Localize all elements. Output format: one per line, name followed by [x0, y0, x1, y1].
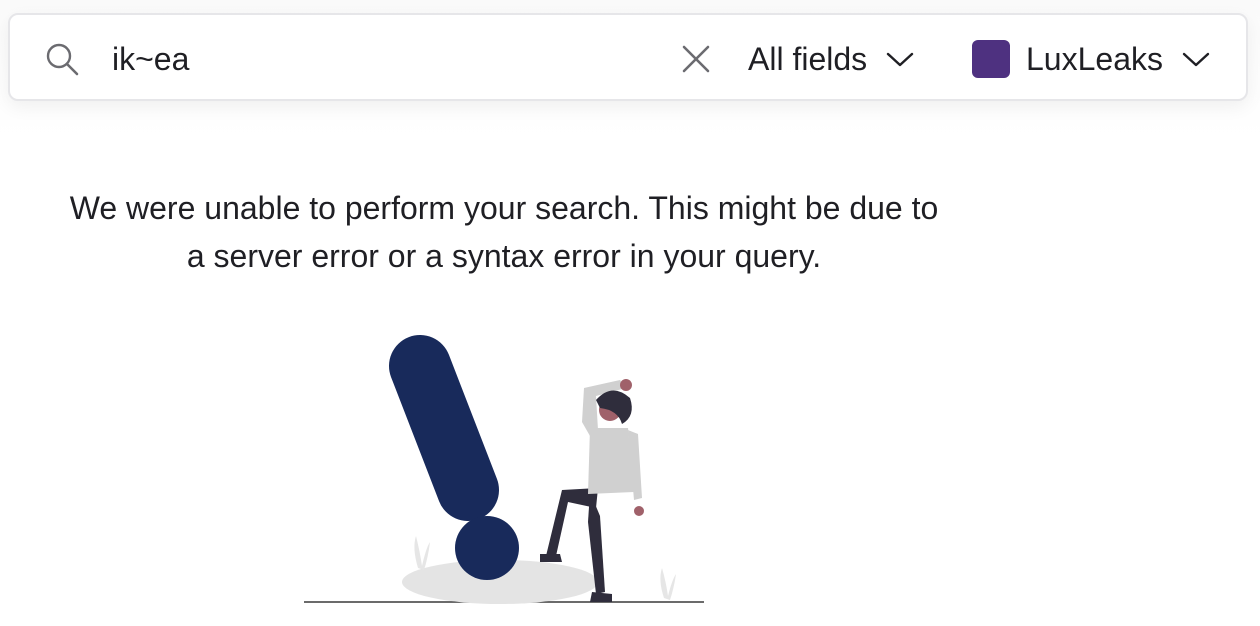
chevron-down-icon [1182, 52, 1210, 67]
person-hand-left [620, 379, 632, 391]
person-shoe-front [540, 554, 562, 562]
search-input[interactable] [112, 37, 652, 81]
grass-right [660, 568, 676, 600]
grass-left [414, 536, 430, 570]
person-hand-right [634, 506, 644, 516]
search-icon[interactable] [44, 41, 80, 77]
person-torso [588, 428, 634, 494]
project-dropdown[interactable]: LuxLeaks [972, 35, 1211, 83]
error-message: We were unable to perform your search. T… [69, 190, 939, 274]
exclamation-bar [389, 335, 499, 521]
close-icon[interactable] [680, 43, 712, 75]
exclamation-dot [455, 516, 519, 580]
project-color-swatch [972, 40, 1010, 78]
error-illustration [304, 335, 704, 604]
chevron-down-icon [886, 52, 914, 67]
project-label: LuxLeaks [1026, 40, 1163, 77]
person-shoe-back [590, 592, 612, 602]
field-filter-dropdown[interactable]: All fields [748, 35, 915, 83]
search-bar: All fields LuxLeaks [8, 13, 1248, 101]
field-filter-label: All fields [748, 40, 868, 77]
